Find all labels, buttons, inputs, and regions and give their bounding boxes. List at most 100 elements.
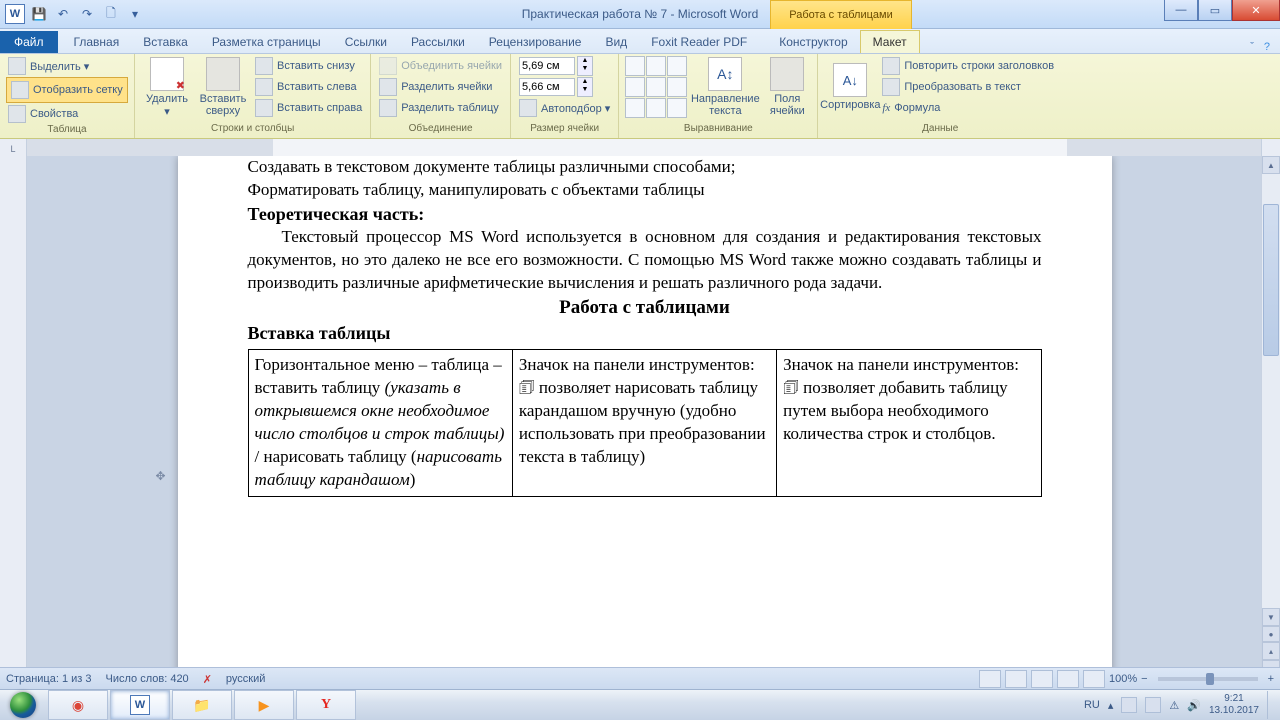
split-cells-button[interactable]: Разделить ячейки (377, 77, 504, 97)
alignment-grid[interactable] (625, 56, 687, 118)
qat-more-icon[interactable]: ▾ (124, 3, 146, 25)
browse-object-button[interactable]: ● (1262, 626, 1280, 642)
tray-clock[interactable]: 9:2113.10.2017 (1209, 693, 1259, 717)
tray-language[interactable]: RU (1084, 699, 1100, 711)
tray-volume-icon[interactable]: 🔊 (1187, 699, 1201, 712)
status-words[interactable]: Число слов: 420 (106, 673, 189, 685)
document-viewport[interactable]: ✥ Создавать в текстовом документе таблиц… (27, 156, 1262, 678)
close-button[interactable]: ✕ (1232, 0, 1280, 21)
merge-cells-button[interactable]: Объединить ячейки (377, 56, 504, 76)
draft-view-button[interactable] (1083, 670, 1105, 688)
tab-review[interactable]: Рецензирование (477, 31, 594, 53)
group-label-merge: Объединение (377, 123, 504, 136)
minimize-ribbon-icon[interactable]: ˇ (1250, 41, 1254, 53)
prev-page-button[interactable]: ▴ (1262, 642, 1280, 660)
properties-icon (8, 105, 26, 123)
redo-icon[interactable]: ↷ (76, 3, 98, 25)
web-view-button[interactable] (1031, 670, 1053, 688)
title-bar: W 💾 ↶ ↷ 🗋 ▾ Практическая работа № 7 - Mi… (0, 0, 1280, 29)
taskbar: ◉ W 📁 ▶ Y RU ▴ ⚠ 🔊 9:2113.10.2017 (0, 689, 1280, 720)
content-table[interactable]: Горизонтальное меню – таблица – вставить… (248, 349, 1042, 497)
insert-right-button[interactable]: Вставить справа (253, 98, 364, 118)
insert-left-button[interactable]: Вставить слева (253, 77, 364, 97)
file-tab[interactable]: Файл (0, 31, 58, 53)
print-layout-view-button[interactable] (979, 670, 1001, 688)
select-button[interactable]: Выделить ▾ (6, 56, 128, 76)
spinner-buttons[interactable]: ▲▼ (577, 77, 593, 97)
tab-home[interactable]: Главная (62, 31, 132, 53)
scroll-track[interactable] (1262, 174, 1280, 608)
new-icon[interactable]: 🗋 (100, 3, 122, 25)
split-table-button[interactable]: Разделить таблицу (377, 98, 504, 118)
taskbar-explorer[interactable]: 📁 (172, 690, 232, 720)
scroll-up-button[interactable]: ▲ (1262, 156, 1280, 174)
taskbar-word[interactable]: W (110, 690, 170, 720)
zoom-slider[interactable] (1158, 677, 1258, 681)
cell-margins-button[interactable]: Поля ячейки (763, 56, 811, 118)
taskbar-chrome[interactable]: ◉ (48, 690, 108, 720)
insert-above-button[interactable]: Вставить сверху (197, 56, 249, 118)
spinner-buttons[interactable]: ▲▼ (577, 56, 593, 76)
repeat-header-button[interactable]: Повторить строки заголовков (880, 56, 1056, 76)
tab-insert[interactable]: Вставка (131, 31, 200, 53)
status-page[interactable]: Страница: 1 из 3 (6, 673, 92, 685)
show-desktop-button[interactable] (1267, 691, 1276, 719)
tab-mailings[interactable]: Рассылки (399, 31, 477, 53)
zoom-level[interactable]: 100% (1109, 673, 1137, 685)
autofit-icon (519, 99, 537, 117)
sort-button[interactable]: A↓Сортировка (824, 56, 876, 118)
heading-tables: Работа с таблицами (248, 295, 1042, 321)
vertical-scrollbar[interactable]: ▲ ▼ ● ▴ ▾ (1261, 156, 1280, 678)
maximize-button[interactable]: ▭ (1198, 0, 1232, 21)
tab-references[interactable]: Ссылки (333, 31, 399, 53)
table-anchor-icon[interactable]: ✥ (156, 468, 166, 484)
autofit-button[interactable]: Автоподбор ▾ (517, 98, 612, 118)
tab-page-layout[interactable]: Разметка страницы (200, 31, 333, 53)
proofing-icon[interactable]: ✗ (203, 673, 212, 686)
word-logo-icon: W (4, 3, 26, 25)
table-cell[interactable]: Значок на панели инструментов: 🗊 позволя… (777, 349, 1041, 496)
insert-below-button[interactable]: Вставить снизу (253, 56, 364, 76)
table-cell[interactable]: Значок на панели инструментов: 🗊 позволя… (512, 349, 776, 496)
formula-button[interactable]: fxФормула (880, 98, 1056, 118)
properties-button[interactable]: Свойства (6, 104, 128, 124)
taskbar-media-player[interactable]: ▶ (234, 690, 294, 720)
zoom-out-button[interactable]: − (1141, 673, 1147, 685)
minimize-button[interactable]: — (1164, 0, 1198, 21)
tab-design[interactable]: Конструктор (767, 31, 859, 53)
text-direction-button[interactable]: A↕Направление текста (691, 56, 759, 118)
scroll-thumb[interactable] (1263, 204, 1279, 356)
status-language[interactable]: русский (226, 673, 265, 685)
cell-margins-icon (770, 57, 804, 91)
tab-foxit[interactable]: Foxit Reader PDF (639, 31, 759, 53)
taskbar-yandex[interactable]: Y (296, 690, 356, 720)
windows-orb-icon (10, 692, 36, 718)
start-button[interactable] (0, 690, 46, 720)
body-text: Форматировать таблицу, манипулировать с … (248, 179, 1042, 202)
tray-icon[interactable] (1145, 697, 1161, 713)
tab-layout[interactable]: Макет (860, 30, 920, 53)
group-label-table: Таблица (6, 124, 128, 137)
tray-icon[interactable] (1121, 697, 1137, 713)
col-width-input[interactable] (519, 78, 575, 96)
repeat-header-icon (882, 57, 900, 75)
scroll-down-button[interactable]: ▼ (1262, 608, 1280, 626)
outline-view-button[interactable] (1057, 670, 1079, 688)
tab-view[interactable]: Вид (593, 31, 639, 53)
zoom-in-button[interactable]: + (1268, 673, 1274, 685)
body-text: Создавать в текстовом документе таблицы … (248, 156, 1042, 179)
save-icon[interactable]: 💾 (28, 3, 50, 25)
fullscreen-view-button[interactable] (1005, 670, 1027, 688)
convert-to-text-button[interactable]: Преобразовать в текст (880, 77, 1056, 97)
ribbon: Выделить ▾ Отобразить сетку Свойства Таб… (0, 54, 1280, 139)
delete-button[interactable]: ✖Удалить▾ (141, 56, 193, 118)
table-cell[interactable]: Горизонтальное меню – таблица – вставить… (248, 349, 512, 496)
vertical-ruler[interactable] (0, 156, 27, 678)
window-title: Практическая работа № 7 - Microsoft Word (522, 7, 759, 21)
undo-icon[interactable]: ↶ (52, 3, 74, 25)
tray-network-icon[interactable]: ⚠ (1169, 699, 1179, 712)
tray-expand-icon[interactable]: ▴ (1108, 699, 1114, 712)
view-gridlines-button[interactable]: Отобразить сетку (6, 77, 128, 103)
help-icon[interactable]: ? (1264, 41, 1270, 53)
row-height-input[interactable] (519, 57, 575, 75)
